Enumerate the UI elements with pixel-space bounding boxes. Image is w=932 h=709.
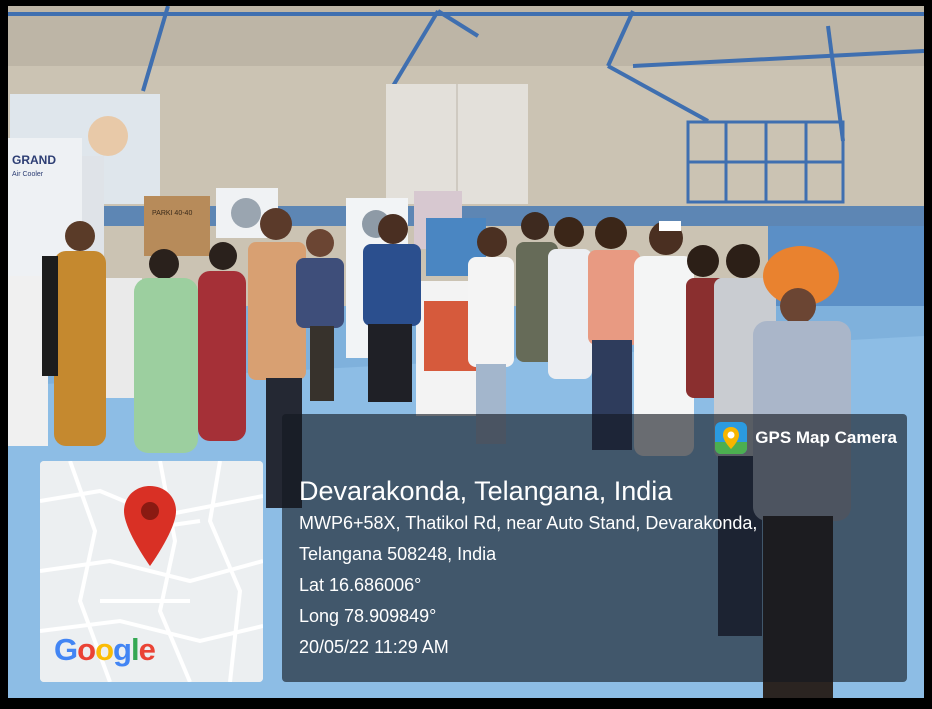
address-line-2: Telangana 508248, India [299, 544, 497, 564]
address-line-1: MWP6+58X, Thatikol Rd, near Auto Stand, … [299, 513, 758, 533]
google-letter: o [95, 632, 114, 667]
carton-label: PARKI 40-40 [152, 210, 192, 217]
gps-info-overlay: GPS Map Camera Devarakonda, Telangana, I… [282, 414, 907, 682]
datetime: 20/05/22 11:29 AM [299, 637, 449, 657]
cooler-box-subtitle: Air Cooler [12, 171, 44, 178]
gps-map-camera-icon [715, 422, 748, 454]
google-letter: g [113, 632, 132, 667]
cooler-box-brand: GRAND [12, 153, 56, 167]
google-letter: G [54, 632, 78, 667]
gps-app-name: GPS Map Camera [755, 428, 897, 447]
google-logo: Google [54, 632, 156, 668]
google-letter: e [138, 632, 156, 667]
photo: GRAND Air Cooler PARKI 40-40 Google GPS … [8, 6, 924, 698]
map-thumbnail: Google [40, 461, 263, 682]
location-title: Devarakonda, Telangana, India [299, 476, 673, 506]
gps-app-badge: GPS Map Camera [715, 422, 897, 454]
google-letter: l [130, 632, 140, 667]
location-details: Devarakonda, Telangana, India MWP6+58X, … [299, 474, 757, 663]
google-letter: o [77, 632, 96, 667]
longitude: Long 78.909849° [299, 606, 437, 626]
photo-frame: GRAND Air Cooler PARKI 40-40 Google GPS … [0, 0, 932, 709]
latitude: Lat 16.686006° [299, 575, 422, 595]
